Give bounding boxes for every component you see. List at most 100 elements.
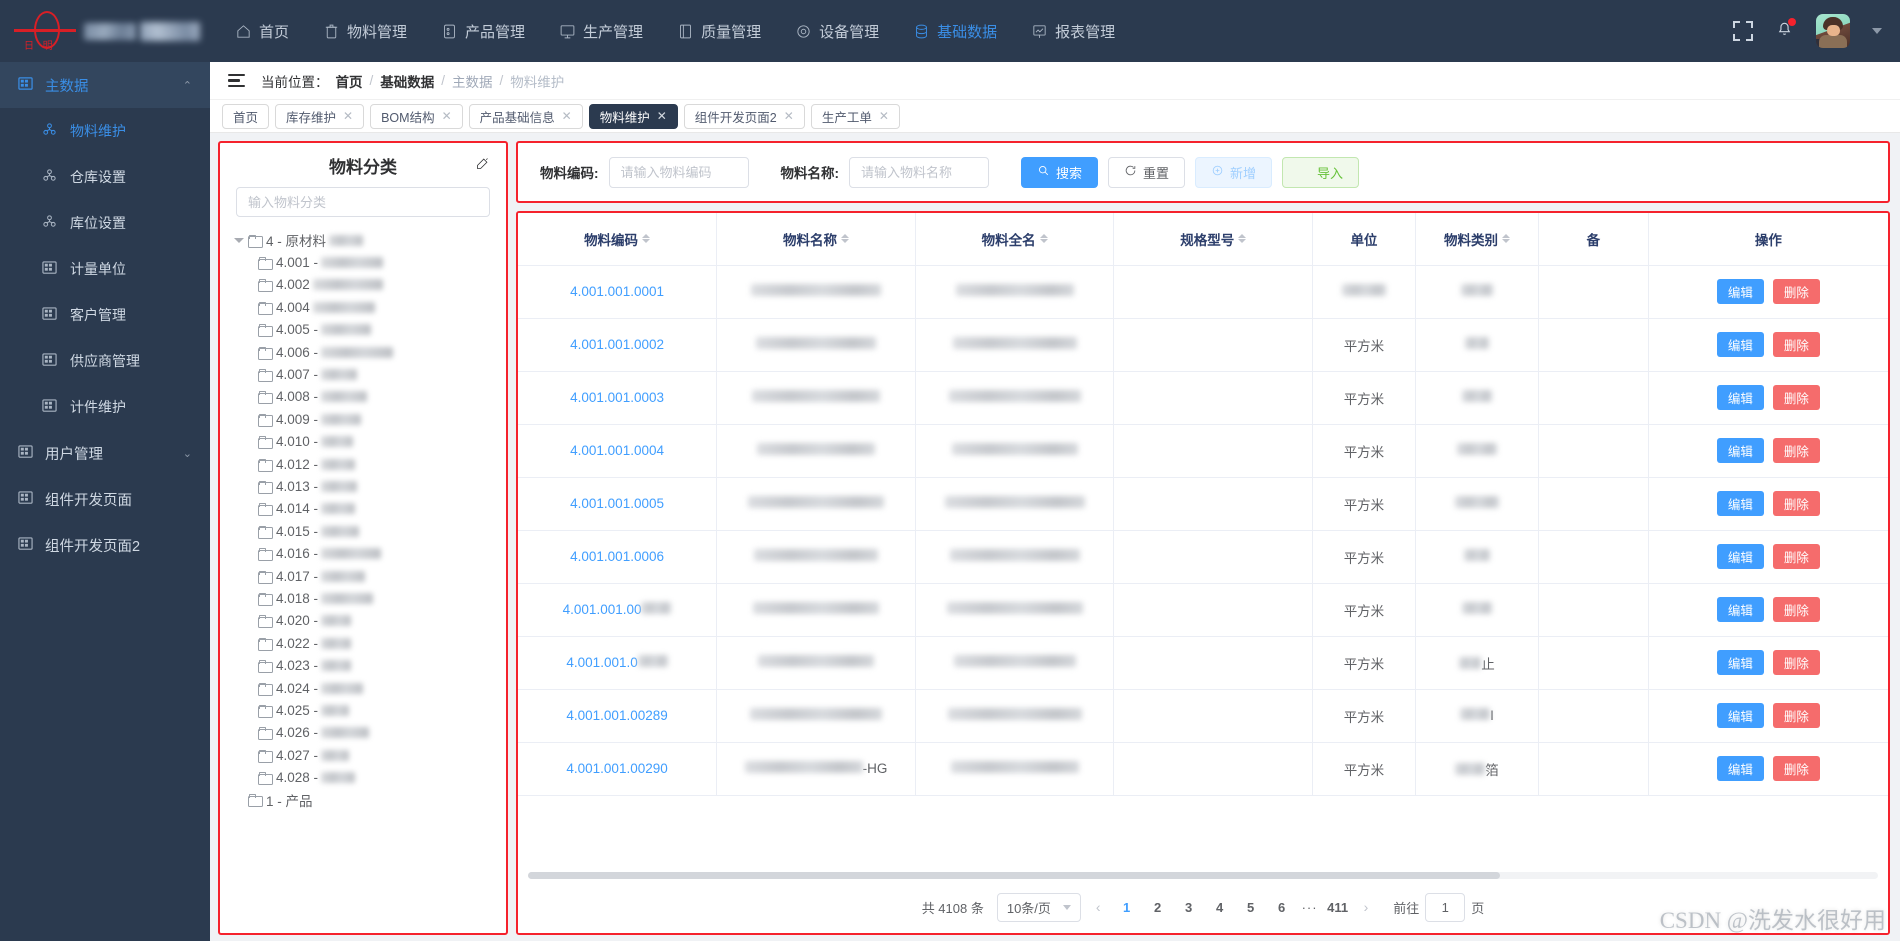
tree-node[interactable]: 4.026 -: [220, 722, 506, 744]
tree-node[interactable]: 4.012 -: [220, 453, 506, 475]
sort-icon[interactable]: [840, 234, 849, 244]
tree-node[interactable]: 4.009 -: [220, 408, 506, 430]
tab-material-maintenance[interactable]: 物料维护 ✕: [588, 103, 678, 129]
tab-product-basic-info[interactable]: 产品基础信息 ✕: [468, 103, 583, 129]
tree-node[interactable]: 1 - 产品: [220, 789, 506, 811]
material-code-link[interactable]: 4.001.001.0006: [570, 549, 664, 564]
nav-item-quality[interactable]: 质量管理: [660, 0, 778, 62]
caret-down-icon[interactable]: [234, 237, 244, 243]
search-button[interactable]: 搜索: [1021, 156, 1099, 188]
tree-node[interactable]: 4.027 -: [220, 744, 506, 766]
sidebar-item-material-maintenance[interactable]: 物料维护: [0, 108, 210, 154]
sidebar-item-component-dev-page-2[interactable]: 组件开发页面2: [0, 522, 210, 568]
tree-node[interactable]: 4.028 -: [220, 766, 506, 788]
tab-home[interactable]: 首页: [222, 103, 270, 129]
edit-button[interactable]: 编辑: [1716, 438, 1764, 463]
import-button[interactable]: 导入: [1282, 156, 1360, 188]
pagination-ellipsis[interactable]: ···: [1302, 900, 1318, 915]
tree-node[interactable]: 4.013 -: [220, 475, 506, 497]
jump-page-input[interactable]: [1425, 892, 1466, 922]
material-code-link[interactable]: 4.001.001.0004: [570, 443, 664, 458]
nav-item-report[interactable]: 报表管理: [1014, 0, 1132, 62]
page-3-button[interactable]: 3: [1178, 900, 1200, 915]
logo[interactable]: 日 明: [0, 9, 210, 53]
material-code-link[interactable]: 4.001.001.0: [566, 655, 637, 670]
tree-node[interactable]: 4.018 -: [220, 587, 506, 609]
close-icon[interactable]: ✕: [879, 109, 889, 123]
add-button[interactable]: 新增: [1195, 156, 1273, 188]
sidebar-item-piecework-maintenance[interactable]: 计件维护: [0, 384, 210, 430]
reset-button[interactable]: 重置: [1108, 156, 1186, 188]
tree-node[interactable]: 4.015 -: [220, 520, 506, 542]
page-1-button[interactable]: 1: [1116, 900, 1138, 915]
sidebar-item-customer-management[interactable]: 客户管理: [0, 292, 210, 338]
material-code-link[interactable]: 4.001.001.0003: [570, 390, 664, 405]
material-code-link[interactable]: 4.001.001.0005: [570, 496, 664, 511]
tree-node[interactable]: 4.007 -: [220, 363, 506, 385]
delete-button[interactable]: 删除: [1772, 332, 1820, 357]
edit-button[interactable]: 编辑: [1716, 703, 1764, 728]
sort-icon[interactable]: [1238, 234, 1247, 244]
sidebar-item-warehouse-setting[interactable]: 仓库设置: [0, 154, 210, 200]
chevron-down-icon[interactable]: [1872, 28, 1882, 34]
delete-button[interactable]: 删除: [1772, 650, 1820, 675]
close-icon[interactable]: ✕: [442, 109, 452, 123]
nav-item-product[interactable]: 产品管理: [424, 0, 542, 62]
delete-button[interactable]: 删除: [1772, 597, 1820, 622]
sort-icon[interactable]: [642, 234, 651, 244]
scrollbar-thumb[interactable]: [528, 872, 1500, 879]
sidebar-item-location-setting[interactable]: 库位设置: [0, 200, 210, 246]
bell-icon[interactable]: [1775, 18, 1796, 43]
tree-node[interactable]: 4.014 -: [220, 498, 506, 520]
sort-icon[interactable]: [1039, 234, 1048, 244]
horizontal-scrollbar[interactable]: [518, 870, 1888, 881]
edit-button[interactable]: 编辑: [1716, 756, 1764, 781]
nav-item-home[interactable]: 首页: [218, 0, 306, 62]
tree-node[interactable]: 4.025 -: [220, 699, 506, 721]
search-input[interactable]: [236, 187, 490, 217]
edit-button[interactable]: 编辑: [1716, 279, 1764, 304]
avatar[interactable]: [1816, 14, 1850, 48]
page-size-select[interactable]: 10条/页: [996, 892, 1081, 922]
tree-node[interactable]: 4.020 -: [220, 610, 506, 632]
delete-button[interactable]: 删除: [1772, 703, 1820, 728]
tree-node[interactable]: 4.024 -: [220, 677, 506, 699]
tree-node[interactable]: 4.008 -: [220, 386, 506, 408]
tree-node[interactable]: 4.005 -: [220, 319, 506, 341]
tree-body[interactable]: 4 - 原材料 4.001 - 4.002 4.004 4.005 - 4.006 - 4.…: [220, 225, 506, 933]
column-header-material-name[interactable]: 物料名称: [716, 213, 916, 266]
column-header-spec-model[interactable]: 规格型号: [1113, 213, 1314, 266]
material-code-link[interactable]: 4.001.001.0001: [570, 284, 664, 299]
fullscreen-icon[interactable]: [1733, 21, 1753, 41]
tab-bom-structure[interactable]: BOM结构 ✕: [370, 103, 463, 129]
tree-node[interactable]: 4.010 -: [220, 431, 506, 453]
breadcrumb-item-home[interactable]: 首页: [336, 71, 363, 91]
material-name-input[interactable]: [849, 156, 989, 188]
edit-button[interactable]: 编辑: [1716, 597, 1764, 622]
tree-node[interactable]: 4.017 -: [220, 565, 506, 587]
hamburger-icon[interactable]: [228, 74, 245, 87]
page-2-button[interactable]: 2: [1147, 900, 1169, 915]
delete-button[interactable]: 删除: [1772, 756, 1820, 781]
edit-button[interactable]: 编辑: [1716, 544, 1764, 569]
nav-item-material[interactable]: 物料管理: [306, 0, 424, 62]
sidebar-item-component-dev-page[interactable]: 组件开发页面: [0, 476, 210, 522]
material-code-link[interactable]: 4.001.001.00289: [566, 708, 667, 723]
nav-item-equipment[interactable]: 设备管理: [778, 0, 896, 62]
prev-page-button[interactable]: ‹: [1090, 899, 1107, 915]
edit-icon[interactable]: [475, 156, 490, 176]
breadcrumb-item-basic-data[interactable]: 基础数据: [380, 71, 434, 91]
tree-node[interactable]: 4.016 -: [220, 542, 506, 564]
page-4-button[interactable]: 4: [1209, 900, 1231, 915]
next-page-button[interactable]: ›: [1358, 899, 1375, 915]
edit-button[interactable]: 编辑: [1716, 650, 1764, 675]
tree-node[interactable]: 4.023 -: [220, 654, 506, 676]
close-icon[interactable]: ✕: [657, 109, 667, 123]
material-code-link[interactable]: 4.001.001.00: [563, 602, 642, 617]
tree-node[interactable]: 4.001 -: [220, 251, 506, 273]
delete-button[interactable]: 删除: [1772, 544, 1820, 569]
sidebar-group-user-management[interactable]: 用户管理 ⌄: [0, 430, 210, 476]
tree-node[interactable]: 4 - 原材料: [220, 229, 506, 251]
edit-button[interactable]: 编辑: [1716, 332, 1764, 357]
nav-item-basic-data[interactable]: 基础数据: [896, 0, 1014, 62]
